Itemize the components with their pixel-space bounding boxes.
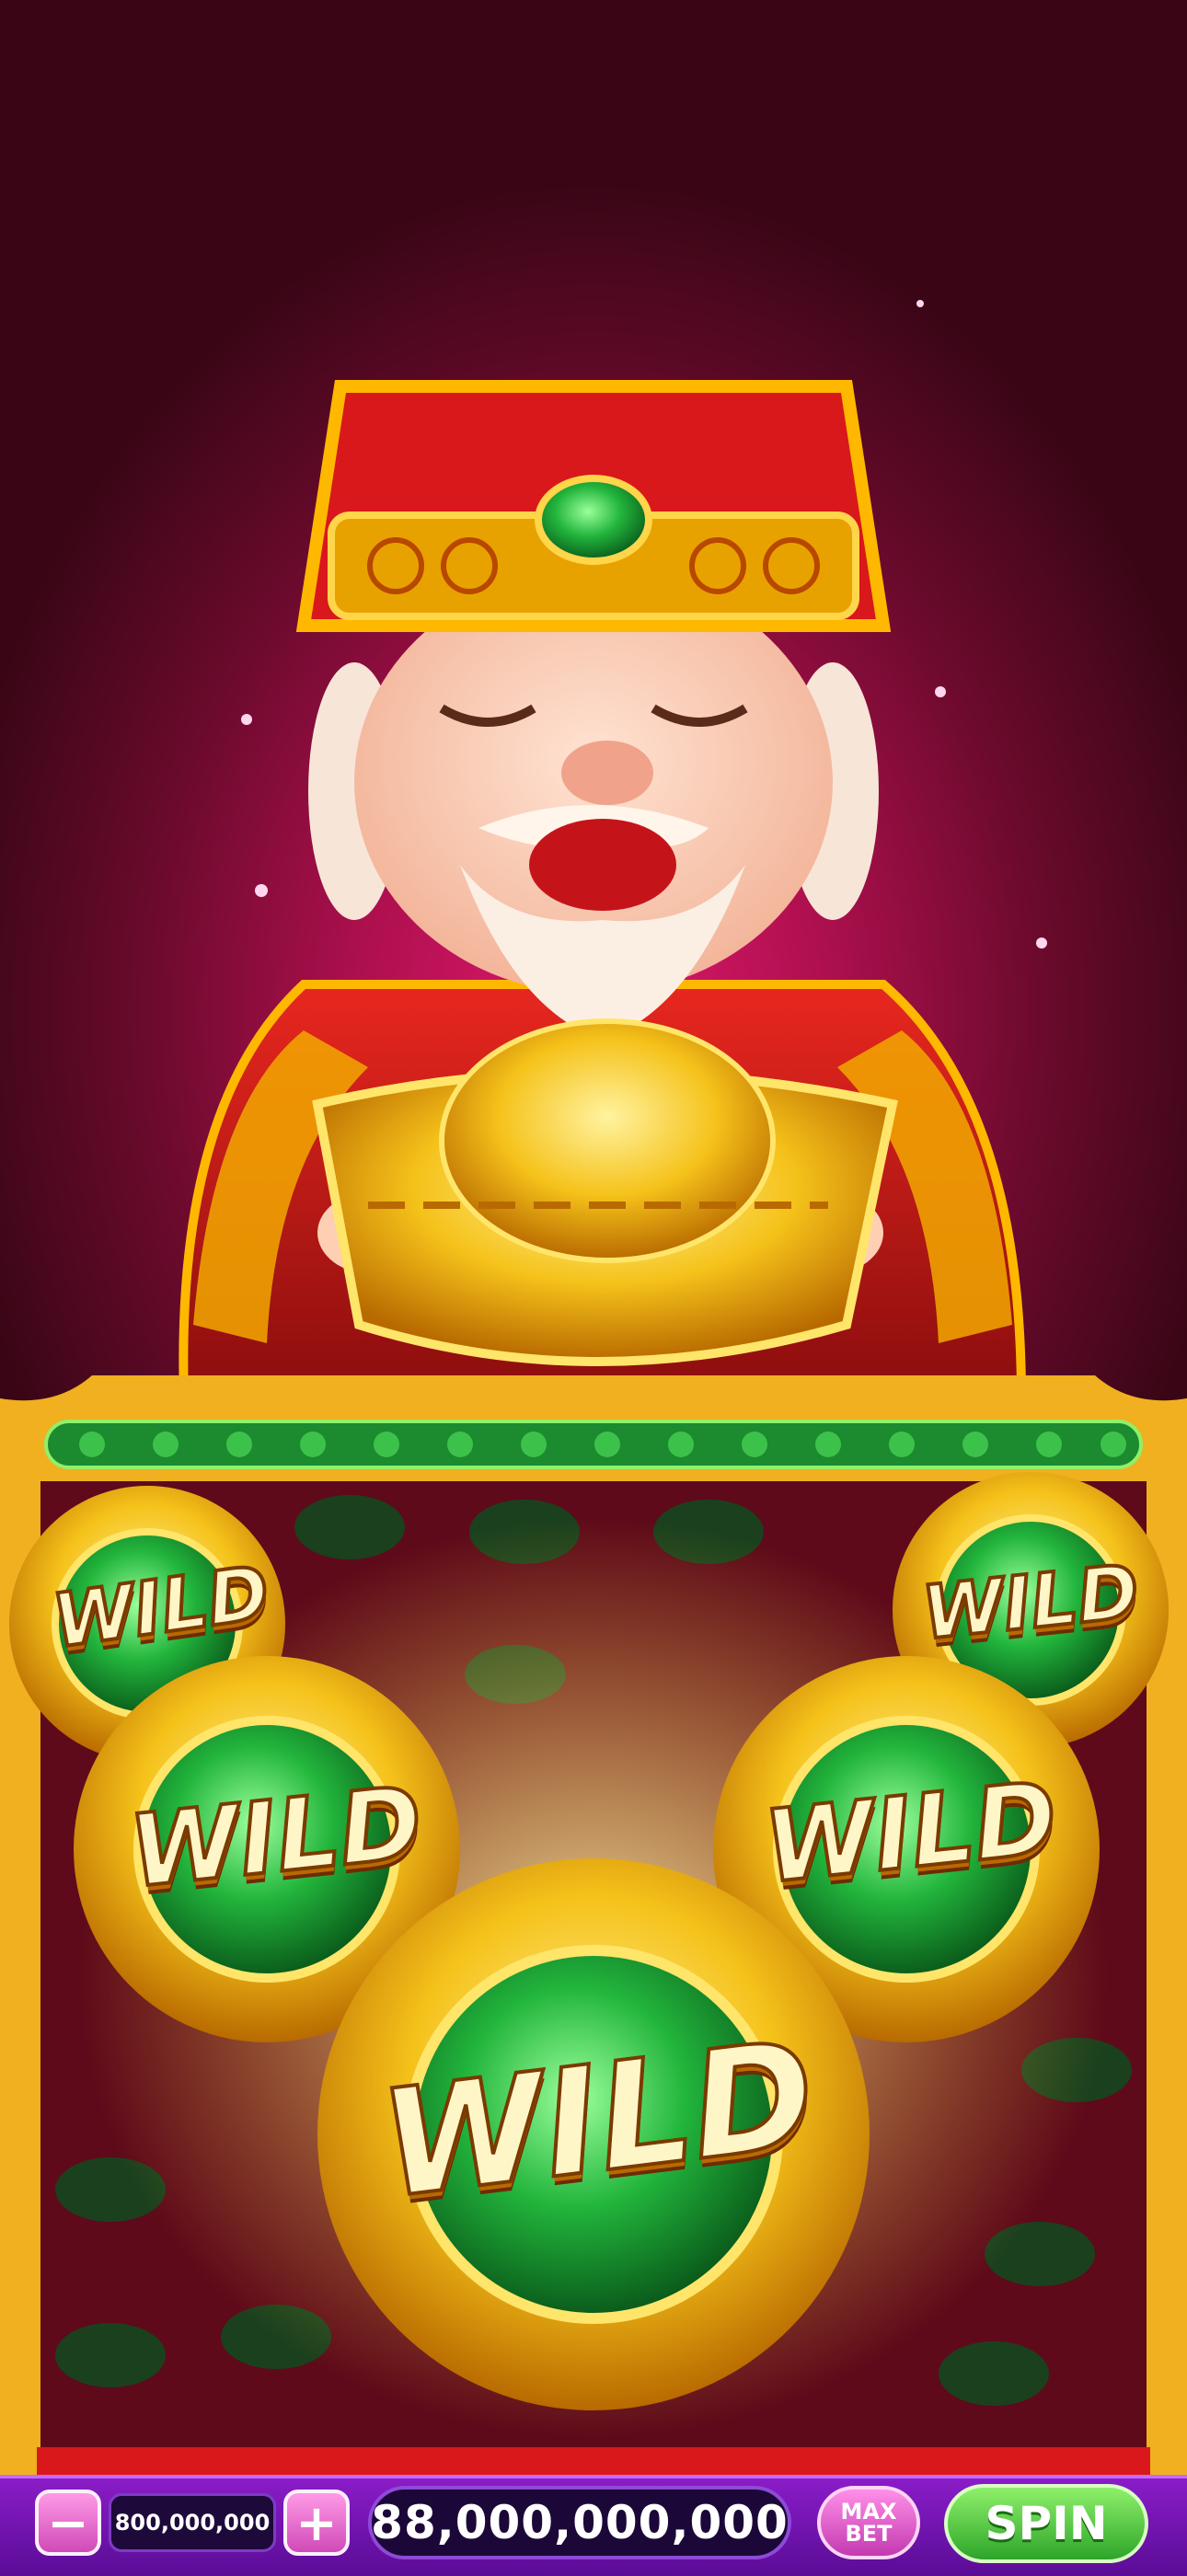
balance-display: 88,000,000,000 [368,2486,791,2559]
max-bet-label-line2: BET [845,2521,893,2547]
max-bet-button[interactable]: MAX BET [817,2486,920,2559]
max-bet-label-line1: MAX [840,2499,897,2524]
spin-button[interactable]: SPIN [944,2484,1148,2563]
bet-amount: 800,000,000 [109,2493,276,2552]
increase-bet-button[interactable]: + [283,2490,350,2556]
decrease-bet-button[interactable]: − [35,2490,101,2556]
